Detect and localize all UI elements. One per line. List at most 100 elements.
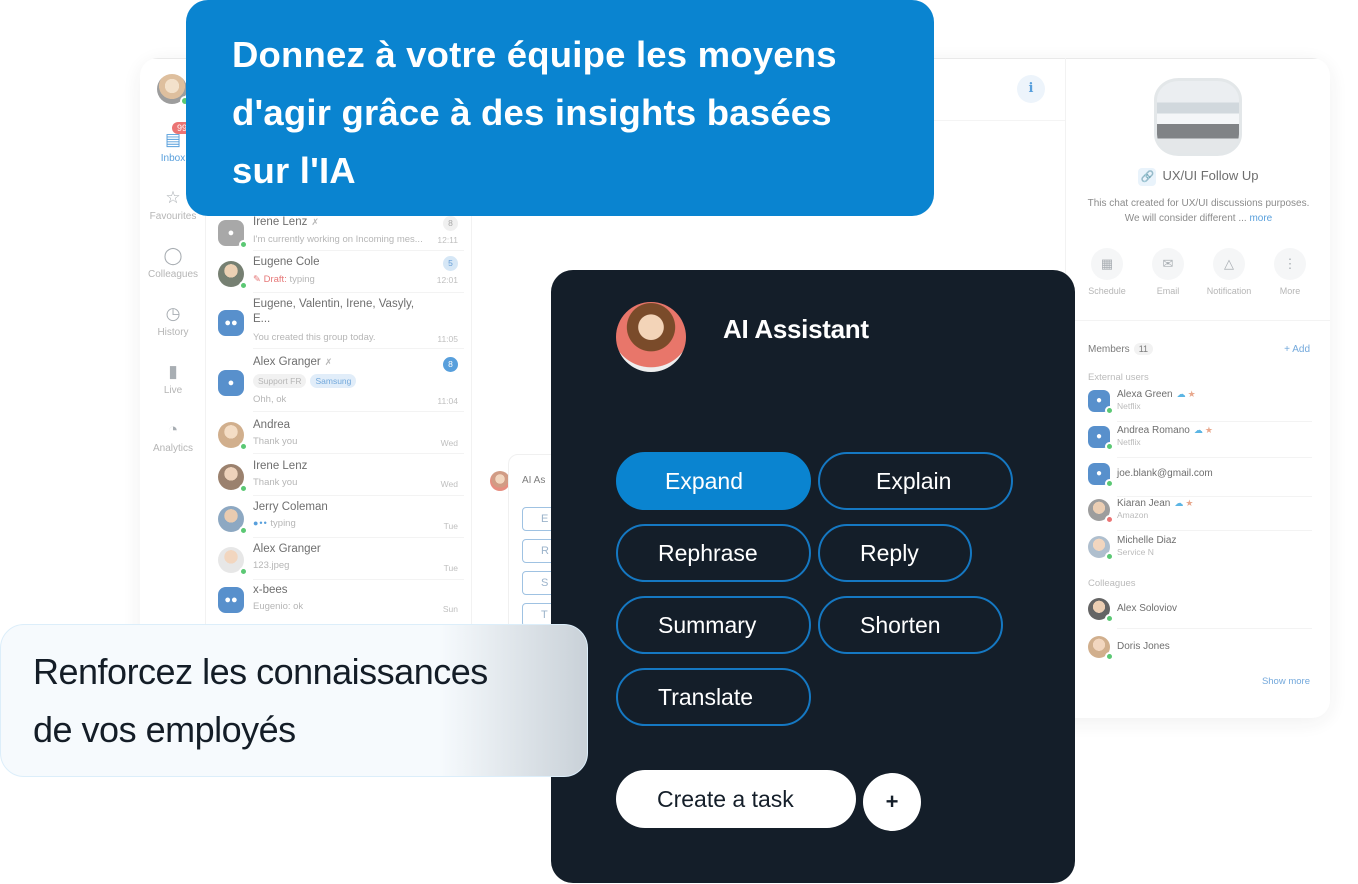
pie-chart-icon: ◔ bbox=[167, 420, 179, 439]
avatar bbox=[218, 261, 248, 290]
online-status-icon bbox=[1105, 552, 1114, 561]
ai-assistant-title: AI Assistant bbox=[723, 314, 869, 344]
conversation-time: Tue bbox=[443, 521, 458, 531]
online-status-icon bbox=[1105, 406, 1114, 415]
expand-button[interactable]: Expand bbox=[616, 452, 811, 510]
ai-assistant-panel: AI Assistant Expand Explain Rephrase Rep… bbox=[551, 270, 1075, 883]
rephrase-button[interactable]: Rephrase bbox=[616, 524, 811, 582]
add-member-button[interactable]: + Add bbox=[1284, 344, 1310, 355]
members-header: Members 11 bbox=[1088, 343, 1154, 355]
pencil-icon: ✎ bbox=[253, 274, 264, 285]
clock-icon: ◷ bbox=[165, 304, 181, 323]
avatar bbox=[218, 547, 248, 576]
conversation-name: Eugene Cole bbox=[253, 256, 320, 268]
avatar bbox=[1088, 499, 1114, 524]
conversation-name: Jerry Coleman bbox=[253, 501, 328, 513]
envelope-icon: ✉ bbox=[1152, 248, 1184, 280]
conversation-preview: Thank you bbox=[253, 436, 298, 447]
row-divider bbox=[253, 453, 464, 454]
member-company: Amazon bbox=[1117, 510, 1149, 520]
nav-label: Colleagues bbox=[147, 269, 199, 280]
conversation-name: x-bees bbox=[253, 584, 288, 596]
conversation-preview: Thank you bbox=[253, 477, 298, 488]
reply-button[interactable]: Reply bbox=[818, 524, 972, 582]
online-status-icon bbox=[239, 281, 248, 290]
conversation-name: Andrea bbox=[253, 419, 291, 431]
kebab-menu-icon: ⋮ bbox=[1274, 248, 1306, 280]
star-icon: ★ bbox=[1204, 425, 1213, 435]
conversation-name: Alex Granger bbox=[253, 543, 321, 555]
user-icon: ● bbox=[218, 370, 244, 396]
conversation-preview: I'm currently working on Incoming mes... bbox=[253, 234, 423, 245]
banner-line: d'agir grâce à des insights basées bbox=[232, 92, 832, 133]
member-name: Andrea Romano ☁ ★ bbox=[1117, 425, 1213, 436]
salesforce-cloud-icon: ☁ bbox=[1174, 498, 1184, 508]
conversation-preview: Ohh, ok bbox=[253, 394, 287, 405]
info-button[interactable]: i bbox=[1017, 75, 1045, 103]
schedule-button[interactable]: ▦ Schedule bbox=[1077, 248, 1137, 296]
conversation-time: 11:04 bbox=[437, 396, 458, 406]
conversation-time: Wed bbox=[440, 479, 458, 489]
my-avatar[interactable] bbox=[157, 74, 190, 106]
nav-item-live[interactable]: ▮ Live bbox=[140, 362, 206, 396]
divider bbox=[1117, 530, 1312, 531]
banner-line: sur l'IA bbox=[232, 150, 356, 191]
member-name: Alex Soloviov bbox=[1117, 603, 1178, 614]
knowledge-promo-card: Renforcez les connaissances de vos emplo… bbox=[0, 624, 588, 777]
row-divider bbox=[253, 250, 464, 251]
shorten-button[interactable]: Shorten bbox=[818, 596, 1003, 654]
promo-banner: Donnez à votre équipe les moyens d'agir … bbox=[186, 0, 934, 216]
show-more-link[interactable]: Show more bbox=[1262, 676, 1310, 687]
link-icon: 🔗 bbox=[1138, 168, 1157, 186]
row-divider bbox=[253, 495, 464, 496]
online-status-icon bbox=[239, 240, 248, 249]
avatar bbox=[218, 422, 248, 451]
member-name: joe.blank@gmail.com bbox=[1117, 468, 1213, 479]
online-status-icon bbox=[239, 484, 248, 493]
ai-avatar-small bbox=[490, 471, 510, 491]
conversation-preview: You created this group today. bbox=[253, 332, 376, 343]
divider bbox=[1117, 628, 1312, 629]
conversation-tags: Support FR Samsung bbox=[253, 374, 360, 388]
member-company: Netflix bbox=[1117, 437, 1141, 447]
conversation-preview: Eugenio: ok bbox=[253, 601, 304, 612]
card-line: de vos employés bbox=[33, 709, 296, 750]
email-button[interactable]: ✉ Email bbox=[1138, 248, 1198, 296]
conversation-time: Tue bbox=[443, 563, 458, 573]
external-users-label: External users bbox=[1088, 372, 1149, 383]
create-task-button[interactable]: Create a task bbox=[616, 770, 856, 828]
salesforce-cloud-icon: ☁ bbox=[1193, 425, 1203, 435]
more-button[interactable]: ⋮ More bbox=[1260, 248, 1320, 296]
conversation-time: Sun bbox=[442, 604, 458, 614]
users-icon: ◯ bbox=[163, 246, 183, 265]
user-icon: ● bbox=[1088, 426, 1114, 451]
notification-button[interactable]: △ Notification bbox=[1199, 248, 1259, 296]
more-link[interactable]: more bbox=[1249, 213, 1272, 224]
unread-count: 5 bbox=[443, 256, 458, 271]
nav-label: Favourites bbox=[149, 211, 197, 222]
colleagues-label: Colleagues bbox=[1088, 578, 1136, 589]
row-divider bbox=[253, 348, 464, 349]
online-status-icon bbox=[1105, 442, 1114, 451]
user-icon: ● bbox=[1088, 463, 1114, 488]
nav-item-colleagues[interactable]: ◯ Colleagues bbox=[140, 246, 206, 280]
explain-button[interactable]: Explain bbox=[818, 452, 1013, 510]
bar-chart-icon: ▮ bbox=[168, 362, 178, 381]
salesforce-cloud-icon: ☁ bbox=[1176, 389, 1186, 399]
calendar-icon: ▦ bbox=[1091, 248, 1123, 280]
ai-assistant-avatar bbox=[616, 302, 686, 372]
conversation-preview: ✎ Draft: typing bbox=[253, 274, 315, 285]
summary-button[interactable]: Summary bbox=[616, 596, 811, 654]
nav-item-history[interactable]: ◷ History bbox=[140, 304, 206, 338]
add-button[interactable]: + bbox=[863, 773, 921, 831]
avatar bbox=[1088, 536, 1114, 561]
nav-item-analytics[interactable]: ◔ Analytics bbox=[140, 420, 206, 454]
translate-button[interactable]: Translate bbox=[616, 668, 811, 726]
stage: 99 ▤ Inbox ☆ Favourites ◯ Colleagues ◷ H… bbox=[0, 0, 1358, 884]
group-icon: ●● bbox=[218, 587, 244, 613]
conversation-time: Wed bbox=[440, 438, 458, 448]
conversation-preview: ●•• typing bbox=[253, 518, 296, 529]
avatar bbox=[218, 506, 248, 535]
online-status-icon bbox=[1105, 652, 1114, 661]
conversation-time: 11:05 bbox=[437, 334, 458, 344]
